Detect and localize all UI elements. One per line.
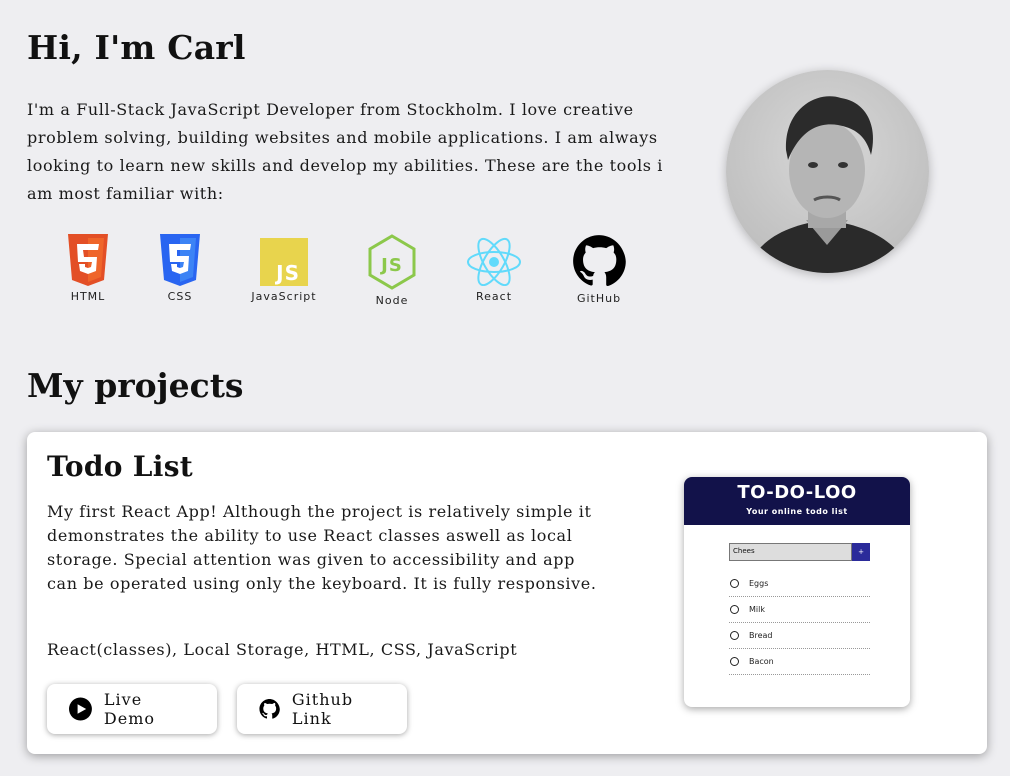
tool-node: JS Node — [344, 234, 440, 307]
tool-label: CSS — [167, 290, 193, 303]
radio-icon — [730, 657, 739, 666]
radio-icon — [730, 605, 739, 614]
svg-text:JS: JS — [379, 255, 403, 276]
preview-todo-list: Eggs Milk Bread Bacon — [729, 571, 870, 675]
list-item: Milk — [729, 597, 870, 623]
project-tech-list: React(classes), Local Storage, HTML, CSS… — [47, 640, 518, 659]
css3-icon — [160, 234, 200, 286]
project-description: My first React App! Although the project… — [47, 502, 597, 593]
project-title: Todo List — [47, 450, 194, 483]
github-icon — [573, 235, 626, 287]
list-item: Bacon — [729, 649, 870, 675]
preview-add-button: + — [852, 543, 870, 561]
profile-avatar — [726, 70, 929, 273]
live-demo-button[interactable]: Live Demo — [47, 684, 217, 734]
preview-subtitle: Your online todo list — [746, 507, 848, 516]
intro-paragraph: I'm a Full-Stack JavaScript Developer fr… — [27, 100, 664, 203]
tool-javascript: JS JavaScript — [236, 234, 332, 303]
live-demo-label: Live Demo — [103, 690, 156, 728]
react-icon — [467, 237, 521, 286]
preview-form: Chees + — [729, 543, 870, 561]
nodejs-icon: JS — [368, 234, 416, 290]
list-item: Bread — [729, 623, 870, 649]
tool-label: JavaScript — [251, 290, 317, 303]
preview-title: TO-DO-LOO — [737, 482, 857, 503]
github-icon — [259, 698, 280, 719]
hero-title: Hi, I'm Carl — [27, 28, 246, 67]
tool-github: GitHub — [551, 234, 647, 305]
preview-header: TO-DO-LOO Your online todo list — [684, 477, 910, 525]
tool-css: CSS — [132, 234, 228, 303]
radio-icon — [730, 631, 739, 640]
github-link-button[interactable]: Github Link — [237, 684, 407, 734]
play-circle-icon — [69, 697, 92, 721]
preview-input: Chees — [729, 543, 852, 561]
github-link-label: Github Link — [291, 690, 354, 728]
tool-react: React — [446, 234, 542, 303]
tool-label: React — [475, 290, 513, 303]
radio-icon — [730, 579, 739, 588]
list-item: Eggs — [729, 571, 870, 597]
html5-icon — [68, 234, 108, 286]
tool-label: HTML — [70, 290, 106, 303]
svg-text:JS: JS — [274, 261, 300, 285]
javascript-icon: JS — [260, 238, 308, 286]
projects-section-title: My projects — [27, 366, 244, 405]
tool-label: GitHub — [576, 292, 622, 305]
project-preview-image[interactable]: TO-DO-LOO Your online todo list Chees + … — [684, 477, 910, 707]
project-card: Todo List My first React App! Although t… — [27, 432, 987, 754]
tool-label: Node — [375, 294, 409, 307]
tool-html: HTML — [40, 234, 136, 303]
